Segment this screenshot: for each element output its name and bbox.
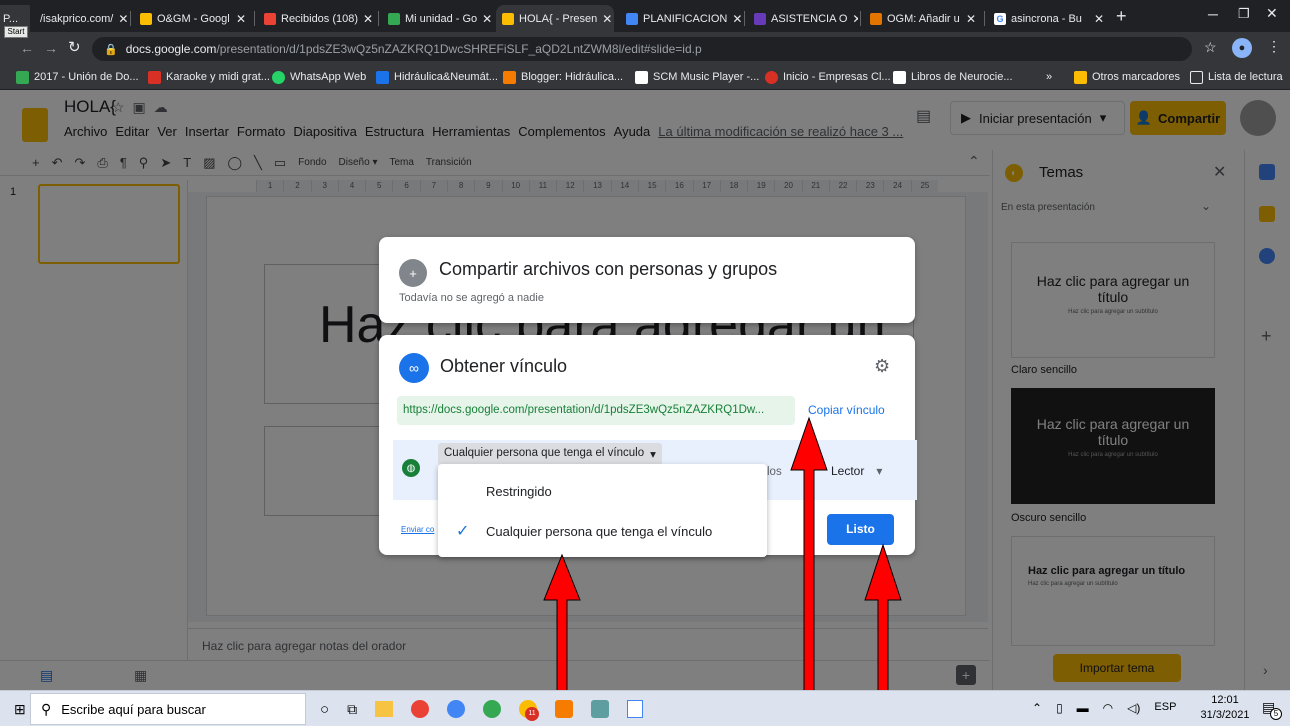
clock-date: 31/3/2021: [1200, 709, 1250, 721]
chrome-icon[interactable]: 11: [519, 700, 540, 721]
clock[interactable]: 12:01 31/3/2021: [1200, 693, 1250, 723]
language-indicator[interactable]: ESP: [1154, 701, 1176, 715]
tray-up-icon[interactable]: ⌃: [1032, 701, 1042, 715]
action-center-icon[interactable]: ▤ 5: [1262, 699, 1282, 720]
battery-icon[interactable]: ▬: [1077, 701, 1089, 715]
file-explorer-icon[interactable]: [375, 701, 394, 717]
red-arrow: [543, 416, 902, 726]
arrow-to-copy-link: [790, 416, 828, 726]
app-icon[interactable]: [555, 700, 574, 718]
volume-icon[interactable]: ◁): [1127, 701, 1140, 715]
taskbar-search-placeholder: Escribe aquí para buscar: [61, 701, 206, 717]
notification-count: 5: [1270, 708, 1282, 720]
annotation-arrows: [543, 416, 902, 726]
taskbar-search[interactable]: ⚲ Escribe aquí para buscar: [30, 693, 306, 725]
paint-icon[interactable]: [591, 700, 610, 718]
chrome-icon[interactable]: [447, 700, 466, 718]
wifi-icon[interactable]: ◠: [1103, 701, 1113, 715]
notification-badge: 11: [525, 707, 540, 721]
search-icon: ⚲: [41, 700, 52, 717]
chrome-icon[interactable]: [411, 700, 430, 718]
document-icon[interactable]: [627, 700, 644, 718]
usb-icon[interactable]: ▯: [1056, 701, 1063, 715]
chrome-icon[interactable]: [483, 700, 502, 718]
windows-taskbar: ⊞ ⚲ Escribe aquí para buscar ○ ⧉ 11 ⌃ ▯ …: [0, 690, 1290, 726]
system-tray: ⌃ ▯ ▬ ◠ ◁) ESP: [1032, 701, 1176, 715]
cortana-icon[interactable]: ○: [320, 701, 329, 718]
task-view-icon[interactable]: ⧉: [347, 701, 357, 718]
taskbar-apps: ○ ⧉ 11: [320, 697, 644, 721]
windows-start-icon[interactable]: ⊞: [14, 701, 26, 718]
clock-time: 12:01: [1211, 694, 1239, 706]
start-button-overlay[interactable]: Start: [4, 26, 28, 38]
